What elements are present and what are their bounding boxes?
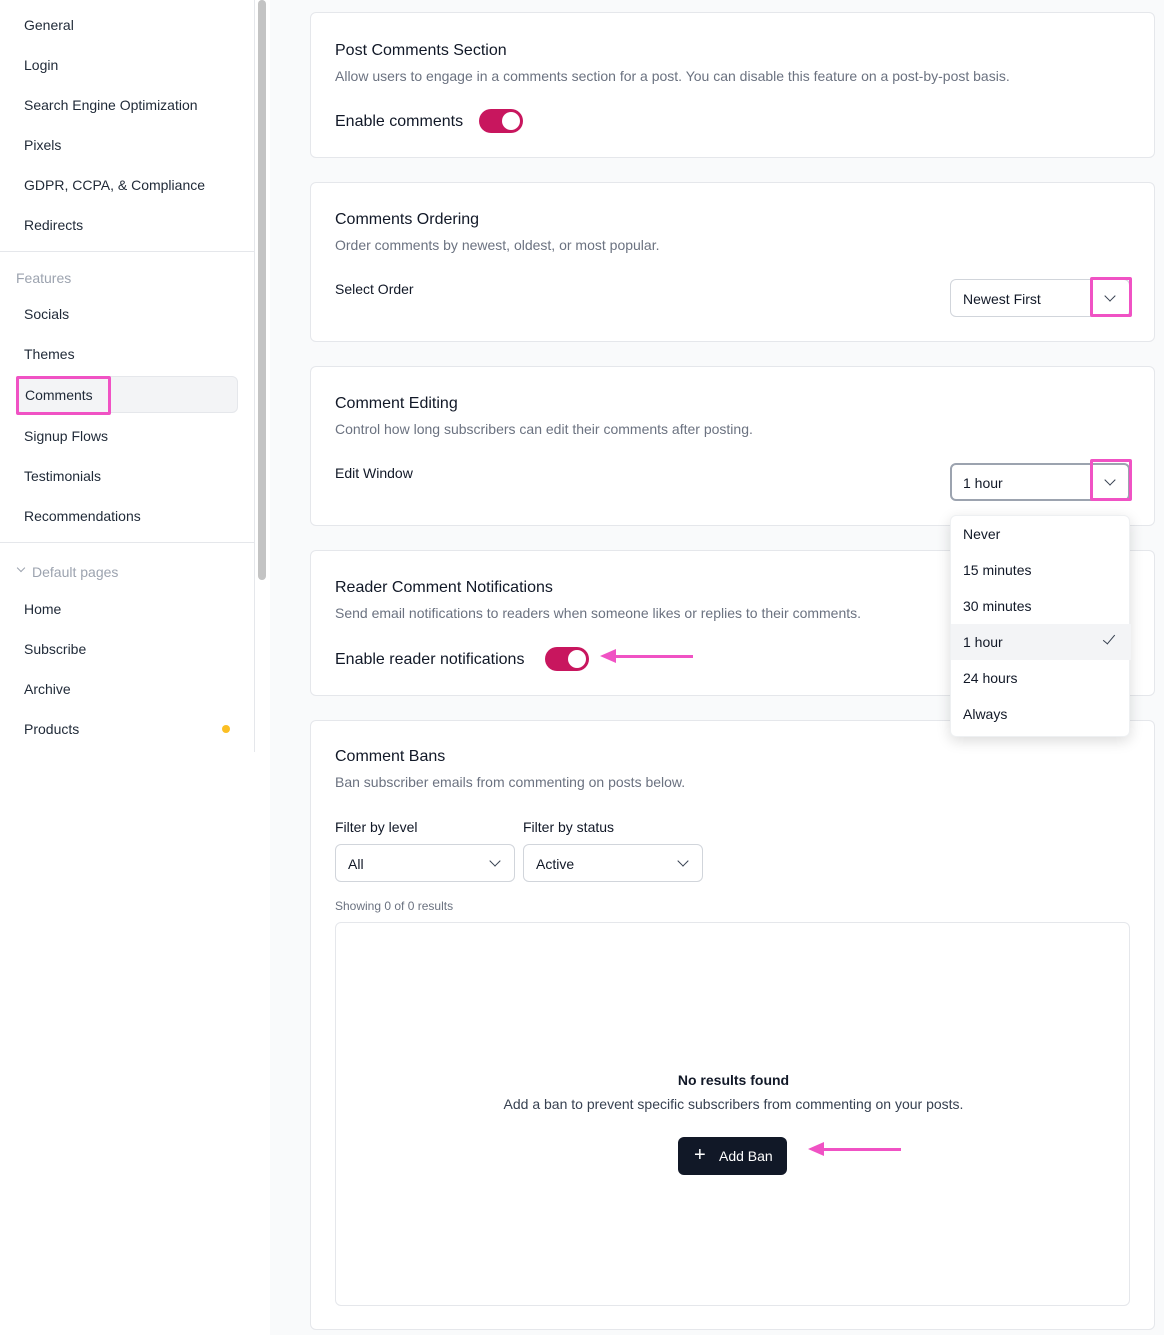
arrow-annotation [600, 649, 693, 663]
sidebar-divider [0, 542, 254, 543]
bans-results-table: No results found Add a ban to prevent sp… [335, 922, 1130, 1306]
default-pages-heading[interactable]: Default pages [32, 562, 118, 582]
filter-level-value: All [348, 856, 364, 872]
option-always[interactable]: Always [951, 696, 1131, 732]
filter-level-label: Filter by level [335, 819, 418, 835]
option-label: Always [963, 706, 1008, 722]
option-label: 24 hours [963, 670, 1018, 686]
sidebar-item-signup-flows[interactable]: Signup Flows [24, 426, 108, 446]
enable-comments-toggle[interactable] [479, 109, 523, 133]
sidebar-item-themes[interactable]: Themes [24, 344, 75, 364]
sidebar-item-testimonials[interactable]: Testimonials [24, 466, 101, 486]
sidebar-blank-area [0, 752, 270, 1335]
card-title: Reader Comment Notifications [335, 579, 553, 596]
filter-level-select[interactable]: All [335, 844, 515, 882]
toggle-knob [502, 112, 520, 130]
sidebar-item-archive[interactable]: Archive [24, 679, 71, 699]
comment-editing-card: Comment Editing Control how long subscri… [310, 366, 1155, 526]
empty-state-description: Add a ban to prevent specific subscriber… [503, 1096, 964, 1112]
arrow-head [808, 1142, 824, 1156]
toggle-knob [568, 650, 586, 668]
option-15-minutes[interactable]: 15 minutes [951, 552, 1131, 588]
card-title: Comment Editing [335, 395, 458, 412]
sidebar-item-socials[interactable]: Socials [24, 304, 69, 324]
empty-state-title: No results found [677, 1072, 790, 1088]
card-description: Ban subscriber emails from commenting on… [335, 774, 686, 790]
option-label: 30 minutes [963, 598, 1032, 614]
status-dot [222, 725, 230, 733]
features-heading: Features [16, 270, 72, 286]
add-ban-label: Add Ban [719, 1148, 773, 1164]
plus-icon: + [694, 1144, 706, 1166]
sidebar-item-subscribe[interactable]: Subscribe [24, 639, 86, 659]
sidebar-item-pixels[interactable]: Pixels [24, 135, 61, 155]
sidebar-item-general[interactable]: General [24, 15, 74, 35]
card-description: Control how long subscribers can edit th… [335, 421, 753, 437]
card-title: Comments Ordering [335, 211, 480, 228]
enable-reader-notifications-label: Enable reader notifications [335, 651, 525, 668]
card-title: Post Comments Section [335, 42, 507, 59]
arrow-head [600, 649, 616, 663]
card-title: Comment Bans [335, 748, 446, 765]
option-never[interactable]: Never [951, 516, 1131, 552]
select-order-label: Select Order [335, 281, 414, 297]
sidebar-item-products[interactable]: Products [24, 719, 79, 739]
sidebar-item-redirects[interactable]: Redirects [24, 215, 83, 235]
option-30-minutes[interactable]: 30 minutes [951, 588, 1131, 624]
card-description: Order comments by newest, oldest, or mos… [335, 237, 660, 253]
chevron-down-icon[interactable] [16, 563, 26, 573]
edit-window-dropdown-menu: Never 15 minutes 30 minutes 1 hour 24 ho… [950, 515, 1131, 737]
sidebar-divider [0, 251, 254, 252]
option-label: 1 hour [963, 634, 1003, 650]
sidebar-item-recommendations[interactable]: Recommendations [24, 506, 141, 526]
sidebar-item-compliance[interactable]: GDPR, CCPA, & Compliance [24, 175, 205, 195]
option-1-hour[interactable]: 1 hour [951, 624, 1131, 660]
edit-window-value: 1 hour [963, 475, 1003, 491]
filter-status-value: Active [536, 856, 575, 872]
sidebar-item-comments[interactable]: Comments [25, 385, 93, 405]
card-description: Send email notifications to readers when… [335, 605, 862, 621]
add-ban-button[interactable]: + Add Ban [678, 1137, 787, 1175]
sidebar-item-seo[interactable]: Search Engine Optimization [24, 95, 198, 115]
option-24-hours[interactable]: 24 hours [951, 660, 1131, 696]
option-label: 15 minutes [963, 562, 1032, 578]
post-comments-card: Post Comments Section Allow users to eng… [310, 12, 1155, 158]
enable-reader-notifications-toggle[interactable] [545, 647, 589, 671]
dropdown-highlight-annotation [1090, 277, 1132, 317]
filter-status-select[interactable]: Active [523, 844, 703, 882]
filter-status-label: Filter by status [523, 819, 615, 835]
comments-ordering-card: Comments Ordering Order comments by newe… [310, 182, 1155, 342]
sidebar-scrollbar-thumb[interactable] [258, 0, 266, 580]
results-count: Showing 0 of 0 results [335, 899, 454, 913]
order-select-value: Newest First [963, 291, 1041, 307]
check-icon [1102, 631, 1116, 645]
settings-sidebar: General Login Search Engine Optimization… [0, 0, 254, 752]
arrow-annotation [808, 1142, 901, 1156]
edit-window-label: Edit Window [335, 465, 413, 481]
card-description: Allow users to engage in a comments sect… [335, 68, 1010, 84]
sidebar-item-login[interactable]: Login [24, 55, 58, 75]
option-label: Never [963, 526, 1001, 542]
sidebar-item-home[interactable]: Home [24, 599, 61, 619]
enable-comments-label: Enable comments [335, 113, 464, 130]
dropdown-highlight-annotation [1090, 459, 1132, 501]
